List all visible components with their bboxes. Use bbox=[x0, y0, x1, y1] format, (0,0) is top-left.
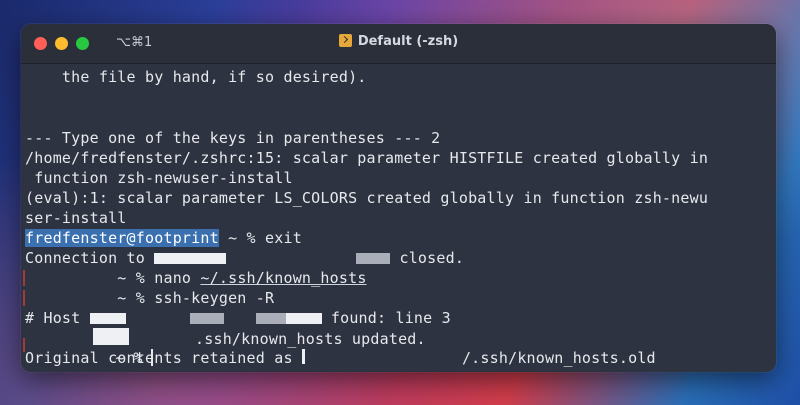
redacted-gap bbox=[226, 253, 356, 264]
output-line: .ssh/known_hosts updated. bbox=[25, 328, 426, 348]
mark-gutter bbox=[23, 370, 25, 372]
redacted-block bbox=[285, 313, 322, 324]
command-argument[interactable]: ~/.ssh/known_hosts bbox=[200, 269, 366, 287]
prompt-text: ~ % nano bbox=[25, 269, 201, 287]
redacted-block bbox=[154, 253, 227, 264]
redacted-block bbox=[356, 253, 391, 264]
selected-username: fredfenster@footprint bbox=[25, 229, 219, 247]
output-text: closed. bbox=[390, 249, 465, 267]
window-title-text: Default (-zsh) bbox=[357, 34, 459, 49]
terminal-content[interactable]: the file by hand, if so desired). --- Ty… bbox=[21, 64, 776, 372]
output-text: found: line 3 bbox=[321, 309, 451, 327]
output-line: --- Type one of the keys in parentheses … bbox=[25, 129, 441, 147]
output-line: function zsh-newuser-install bbox=[25, 169, 293, 187]
prompt-line: ~ % ssh-keygen -R bbox=[25, 289, 275, 307]
redacted-block bbox=[189, 313, 224, 324]
title-bar[interactable]: ⌥⌘1 Default (-zsh) bbox=[21, 24, 776, 64]
active-prompt-line[interactable]: ~ % bbox=[25, 348, 153, 368]
output-text: Connection to bbox=[25, 249, 155, 267]
output-line: (eval):1: scalar parameter LS_COLORS cre… bbox=[25, 189, 709, 207]
output-line: the file by hand, if so desired). bbox=[25, 68, 367, 86]
prompt-text: ~ % bbox=[25, 349, 152, 367]
prompt-line: fredfenster@footprint ~ % exit bbox=[25, 228, 302, 248]
redacted-block bbox=[301, 349, 305, 364]
output-line: /home/fredfenster/.zshrc:15: scalar para… bbox=[25, 149, 709, 167]
output-text: .ssh/known_hosts updated. bbox=[195, 330, 426, 348]
output-text: # Host bbox=[25, 309, 90, 327]
window-title: Default (-zsh) bbox=[21, 34, 776, 49]
text-cursor bbox=[151, 349, 153, 366]
command-text: ~ % exit bbox=[218, 229, 302, 247]
output-text: /.ssh/known_hosts.old bbox=[461, 349, 656, 367]
redacted-block bbox=[93, 328, 129, 345]
output-line: # Host found: line 3 bbox=[25, 308, 451, 328]
terminal-icon bbox=[338, 34, 352, 47]
redacted-block bbox=[89, 313, 126, 324]
terminal-window[interactable]: ⌥⌘1 Default (-zsh) the file by hand, if … bbox=[21, 24, 776, 372]
redacted-block bbox=[255, 313, 286, 324]
prompt-line: ~ % nano ~/.ssh/known_hosts bbox=[25, 268, 367, 288]
output-line: ser-install bbox=[25, 209, 127, 227]
output-line: Connection to closed. bbox=[25, 248, 464, 268]
